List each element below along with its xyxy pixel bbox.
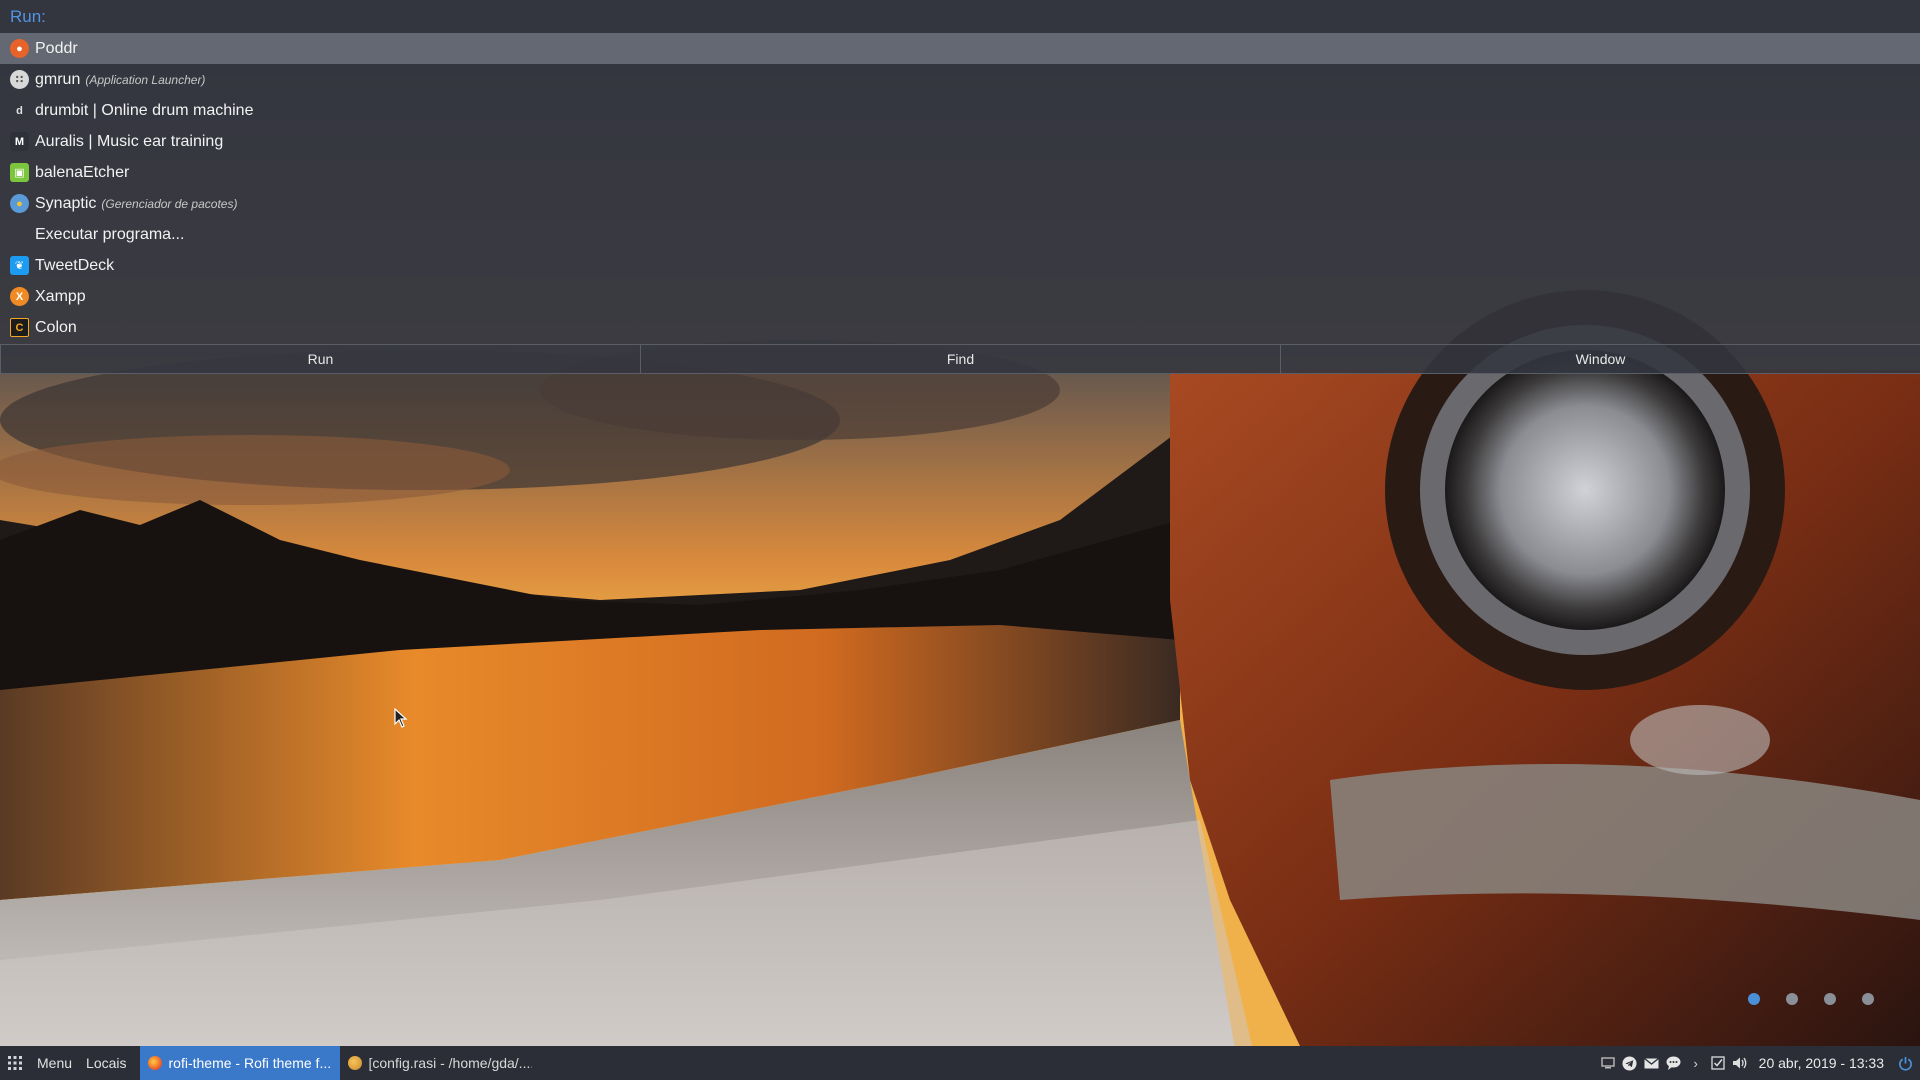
rofi-item-name: Synaptic bbox=[35, 194, 97, 212]
rofi-item[interactable]: ∷ gmrun (Application Launcher) bbox=[0, 64, 1920, 95]
rofi-item-name: Colon bbox=[35, 318, 77, 336]
taskbar-task-title: [config.rasi - /home/gda/.... bbox=[368, 1055, 532, 1071]
etcher-icon: ▣ bbox=[10, 163, 29, 182]
screen-icon[interactable] bbox=[1597, 1046, 1619, 1080]
rofi-item[interactable]: ❦ TweetDeck bbox=[0, 250, 1920, 281]
rofi-item-subtitle: (Gerenciador de pacotes) bbox=[101, 196, 238, 211]
gmrun-icon: ∷ bbox=[10, 70, 29, 89]
rofi-item[interactable]: ● Synaptic (Gerenciador de pacotes) bbox=[0, 188, 1920, 219]
workspace-dot[interactable] bbox=[1748, 993, 1760, 1005]
rofi-item[interactable]: X Xampp bbox=[0, 281, 1920, 312]
blank-icon bbox=[10, 225, 29, 244]
firefox-icon bbox=[147, 1056, 162, 1070]
workspace-dot[interactable] bbox=[1862, 993, 1874, 1005]
volume-icon[interactable] bbox=[1729, 1046, 1751, 1080]
tweetdeck-icon: ❦ bbox=[10, 256, 29, 275]
rofi-item-name: Auralis | Music ear training bbox=[35, 132, 224, 150]
system-tray: › 20 abr, 2019 - 13:33 bbox=[1597, 1046, 1920, 1080]
telegram-icon[interactable] bbox=[1619, 1046, 1641, 1080]
rofi-item[interactable]: ▣ balenaEtcher bbox=[0, 157, 1920, 188]
rofi-result-list: ● Poddr ∷ gmrun (Application Launcher) d drumb… bbox=[0, 33, 1920, 343]
mouse-cursor-icon bbox=[394, 707, 408, 733]
text-editor-icon bbox=[347, 1056, 362, 1070]
rofi-mode-bar: Run Find Window bbox=[0, 344, 1920, 374]
taskbar: Menu Locais rofi-theme - Rofi theme f...… bbox=[0, 1046, 1920, 1080]
auralis-icon: M bbox=[10, 132, 29, 151]
app-grid-icon[interactable] bbox=[0, 1046, 30, 1080]
taskbar-task[interactable]: rofi-theme - Rofi theme f... bbox=[139, 1046, 340, 1080]
rofi-item-subtitle: (Application Launcher) bbox=[85, 72, 206, 87]
checklist-icon[interactable] bbox=[1707, 1046, 1729, 1080]
mode-run-button[interactable]: Run bbox=[0, 344, 641, 374]
synaptic-icon: ● bbox=[10, 194, 29, 213]
rofi-item[interactable]: d drumbit | Online drum machine bbox=[0, 95, 1920, 126]
rofi-item[interactable]: C Colon bbox=[0, 312, 1920, 343]
rofi-launcher: Run: ● Poddr ∷ gmrun (Application Launcher) d… bbox=[0, 0, 1920, 374]
task-list: rofi-theme - Rofi theme f... [config.rasi… bbox=[139, 1046, 540, 1080]
rofi-item-name: Executar programa... bbox=[35, 225, 185, 243]
workspace-dot[interactable] bbox=[1824, 993, 1836, 1005]
drumbit-icon: d bbox=[16, 104, 23, 117]
poddr-icon: ● bbox=[10, 39, 29, 58]
colon-icon: C bbox=[10, 318, 29, 337]
rofi-item-name: balenaEtcher bbox=[35, 163, 130, 181]
workspace-dot[interactable] bbox=[1786, 993, 1798, 1005]
taskbar-task-title: rofi-theme - Rofi theme f... bbox=[168, 1055, 332, 1071]
rofi-item-name: drumbit | Online drum machine bbox=[35, 101, 254, 119]
rofi-item-name: Poddr bbox=[35, 39, 78, 57]
clock[interactable]: 20 abr, 2019 - 13:33 bbox=[1751, 1055, 1894, 1071]
mode-window-button[interactable]: Window bbox=[1280, 344, 1920, 374]
rofi-prompt[interactable]: Run: bbox=[0, 0, 1920, 33]
places-button[interactable]: Locais bbox=[79, 1055, 133, 1071]
rofi-item[interactable]: Executar programa... bbox=[0, 219, 1920, 250]
chevron-right-icon[interactable]: › bbox=[1685, 1046, 1707, 1080]
xampp-icon: X bbox=[10, 287, 29, 306]
workspace-indicator bbox=[1748, 993, 1874, 1005]
rofi-item-name: TweetDeck bbox=[35, 256, 115, 274]
rofi-item-name: gmrun bbox=[35, 70, 81, 88]
rofi-item-name: Xampp bbox=[35, 287, 86, 305]
rofi-item[interactable]: M Auralis | Music ear training bbox=[0, 126, 1920, 157]
power-icon[interactable] bbox=[1894, 1046, 1916, 1080]
taskbar-task[interactable]: [config.rasi - /home/gda/.... bbox=[340, 1046, 540, 1080]
menu-button[interactable]: Menu bbox=[30, 1055, 79, 1071]
mail-icon[interactable] bbox=[1641, 1046, 1663, 1080]
mode-find-button[interactable]: Find bbox=[640, 344, 1281, 374]
rofi-item[interactable]: ● Poddr bbox=[0, 33, 1920, 64]
chat-icon[interactable] bbox=[1663, 1046, 1685, 1080]
